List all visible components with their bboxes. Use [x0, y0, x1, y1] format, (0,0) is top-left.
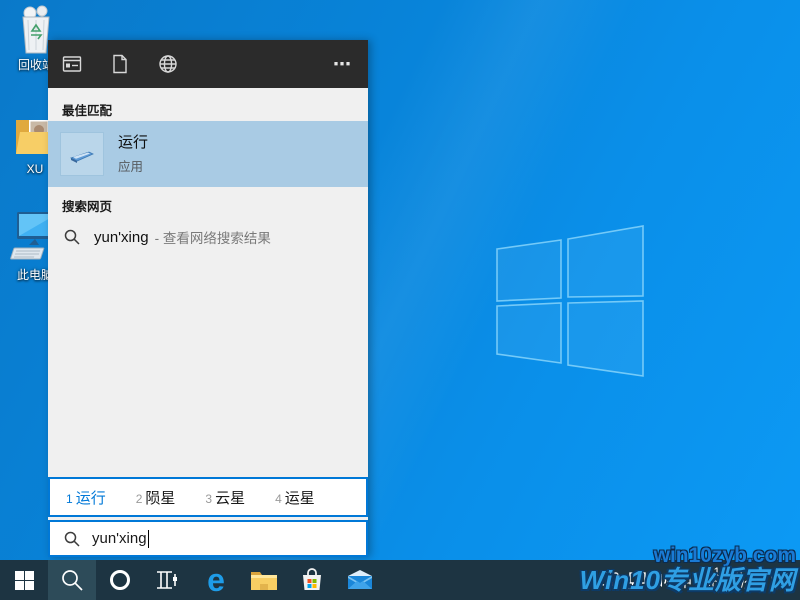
tray-ime-mode[interactable]: 中: [674, 568, 696, 592]
search-filter-bar: ⋯: [48, 40, 368, 88]
ime-update-badge: [674, 569, 680, 575]
search-icon: [62, 570, 83, 591]
filter-documents-icon[interactable]: [110, 54, 130, 74]
file-explorer-icon: [251, 572, 277, 590]
windows-logo-wallpaper: [496, 225, 644, 377]
best-match-title: 运行: [118, 134, 149, 151]
search-input[interactable]: yun'xing: [48, 520, 368, 557]
store-icon: [303, 568, 321, 590]
ethernet-icon: [627, 571, 646, 589]
edge-icon: e: [207, 562, 225, 598]
run-app-icon: [69, 151, 94, 163]
more-options-icon[interactable]: ⋯: [333, 55, 352, 73]
text-caret: [147, 529, 150, 548]
filter-web-icon[interactable]: [158, 54, 178, 74]
tray-sync-alert[interactable]: [598, 571, 624, 589]
tray-volume[interactable]: [650, 573, 674, 588]
search-icon: [64, 531, 80, 547]
tray-clock[interactable]: 18:08 2021/2/2: [696, 567, 760, 593]
best-match-header: 最佳匹配: [62, 104, 113, 118]
action-center-icon: [771, 571, 789, 589]
best-match-subtitle: 应用: [118, 160, 144, 174]
mail-icon: [348, 570, 372, 589]
ime-candidate-2[interactable]: 2 陨星: [136, 487, 176, 508]
web-search-result[interactable]: yun'xing - 查看网络搜索结果: [48, 216, 368, 258]
taskbar-search-button[interactable]: [48, 560, 96, 600]
cortana-icon: [110, 570, 130, 590]
edge-button[interactable]: e: [192, 560, 240, 600]
task-view-button[interactable]: [144, 560, 192, 600]
filter-apps-icon[interactable]: [62, 54, 82, 74]
tray-show-hidden-icons[interactable]: [578, 576, 598, 584]
run-app-tile: [60, 132, 104, 176]
action-center-button[interactable]: [760, 571, 800, 589]
taskbar: e 中 18:08 2021/2/2: [0, 560, 800, 600]
sync-alert-icon: [601, 571, 620, 588]
web-search-query: yun'xing: [94, 228, 149, 246]
ime-mode-label: 中: [678, 574, 692, 590]
search-flyout: ⋯ 最佳匹配 运行 应用 搜索网页 yun'xing - 查看网络搜索结果 1 …: [48, 40, 368, 557]
chevron-up-icon: [582, 576, 594, 584]
start-icon: [14, 570, 34, 590]
store-button[interactable]: [288, 560, 336, 600]
speaker-icon: [653, 573, 669, 587]
best-match-result-run[interactable]: 运行 应用: [48, 121, 368, 187]
mail-button[interactable]: [336, 560, 384, 600]
task-view-icon: [157, 571, 177, 589]
web-search-header: 搜索网页: [62, 200, 113, 214]
clock-date: 2021/2/2: [705, 580, 751, 592]
start-button[interactable]: [0, 560, 48, 600]
file-explorer-button[interactable]: [240, 560, 288, 600]
tray-network[interactable]: [624, 571, 650, 589]
ime-candidate-bar: 1 运行 2 陨星 3 云星 4 运星: [48, 477, 368, 517]
system-tray: 中 18:08 2021/2/2: [578, 560, 800, 600]
cortana-button[interactable]: [96, 560, 144, 600]
search-input-value: yun'xing: [92, 530, 147, 547]
web-search-annotation: - 查看网络搜索结果: [154, 231, 271, 246]
search-icon: [64, 229, 80, 245]
ime-candidate-3[interactable]: 3 云星: [205, 487, 245, 508]
ime-candidate-1[interactable]: 1 运行: [66, 487, 106, 508]
clock-time: 18:08: [713, 567, 743, 579]
ime-candidate-4[interactable]: 4 运星: [275, 487, 315, 508]
